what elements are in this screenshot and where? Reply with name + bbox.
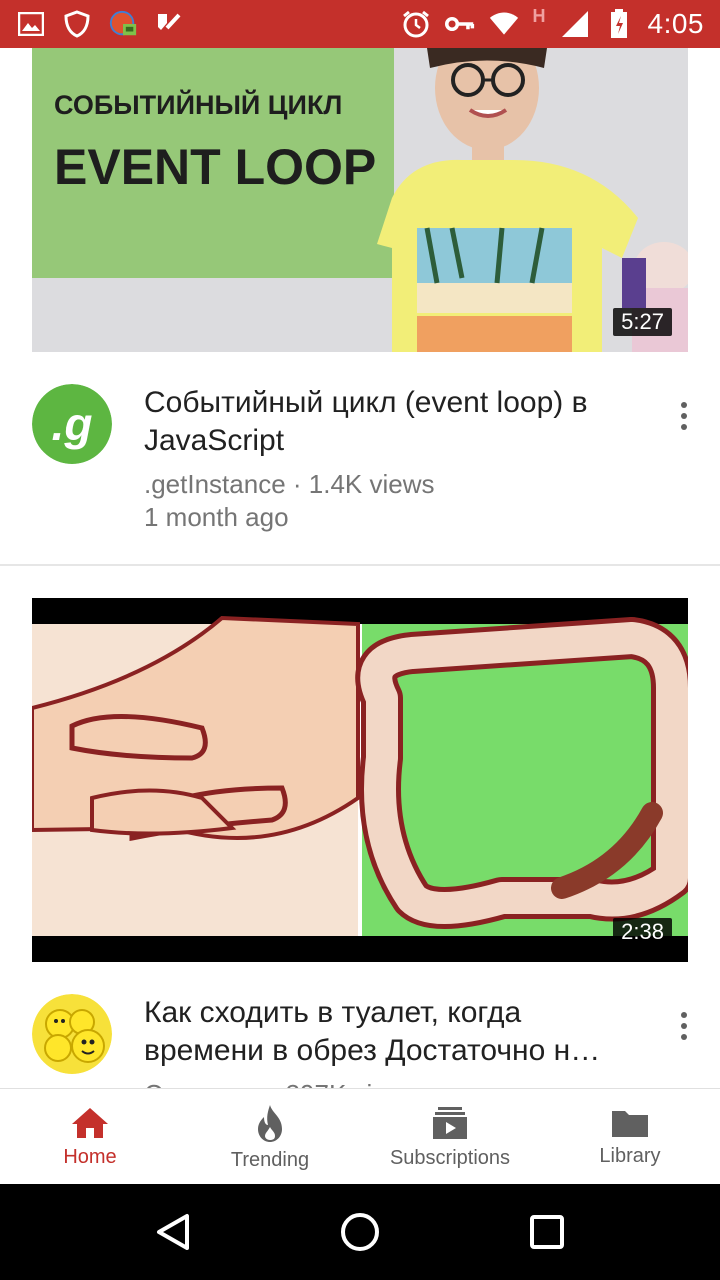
video-channel-views: .getInstance · 1.4K views [144,469,435,499]
video-thumbnail[interactable]: 2:38 [32,598,688,962]
video-meta[interactable]: .g Событийный цикл (event loop) в JavaSc… [0,384,720,564]
circle-home-icon [340,1213,379,1251]
signal-icon [560,9,590,39]
nav-trending-label: Trending [230,1148,310,1171]
recents-button[interactable] [523,1208,571,1256]
video-feed[interactable]: СОБЫТИЙНЫЙ ЦИКЛ EVENT LOOP 5:27 .g Событ… [0,48,720,1088]
nav-library-label: Library [599,1144,661,1167]
shield-icon [62,9,92,39]
thumbnail-caption-2: EVENT LOOP [54,139,376,195]
bottom-navigation: Home Trending Subscriptions Library [0,1088,720,1184]
gallery-icon [16,9,46,39]
nav-subscriptions-label: Subscriptions [389,1146,511,1169]
recents-icon [529,1215,564,1249]
video-duration: 5:27 [613,308,672,336]
back-icon [157,1214,190,1250]
channel-avatar-letter: .g [52,398,93,450]
key-icon [444,9,475,39]
subscriptions-icon [433,1106,467,1139]
alarm-icon [401,9,431,39]
battery-icon [604,9,634,39]
thumbnail-image [32,598,688,962]
nav-home-label: Home [63,1145,117,1168]
video-title[interactable]: Событийный цикл (event loop) в JavaScrip… [144,384,644,460]
app-icon [108,9,138,39]
back-button[interactable] [149,1208,197,1256]
flame-icon [258,1104,282,1142]
home-system-button[interactable] [336,1208,384,1256]
thumbnail-image: СОБЫТИЙНЫЙ ЦИКЛ EVENT LOOP [32,48,688,352]
status-bar: H 4:05 [0,0,720,48]
home-icon [72,1107,108,1138]
video-channel-views: С 397K views [144,1078,644,1088]
thumbnail-caption-1: СОБЫТИЙНЫЙ ЦИКЛ [54,89,342,120]
nav-library[interactable]: Library [540,1089,720,1185]
divider [0,564,720,566]
nav-home[interactable]: Home [0,1089,180,1185]
channel-avatar[interactable] [32,994,112,1074]
wifi-icon [489,9,519,39]
nav-trending[interactable]: Trending [180,1089,360,1185]
more-options-icon[interactable] [672,396,696,436]
video-age: 1 month ago [144,502,289,532]
folder-icon [612,1110,648,1137]
clock: 4:05 [647,8,704,39]
more-options-icon[interactable] [672,1006,696,1046]
channel-avatar[interactable]: .g [32,384,112,464]
video-title[interactable]: Как сходить в туалет, когда времени в об… [144,994,644,1070]
network-type-label: H [532,5,546,26]
check-icon [154,9,184,39]
video-duration: 2:38 [613,918,672,946]
system-navigation-bar [0,1184,720,1280]
video-meta[interactable]: Как сходить в туалет, когда времени в об… [0,994,720,1088]
nav-subscriptions[interactable]: Subscriptions [360,1089,540,1185]
video-thumbnail[interactable]: СОБЫТИЙНЫЙ ЦИКЛ EVENT LOOP 5:27 [32,48,688,352]
